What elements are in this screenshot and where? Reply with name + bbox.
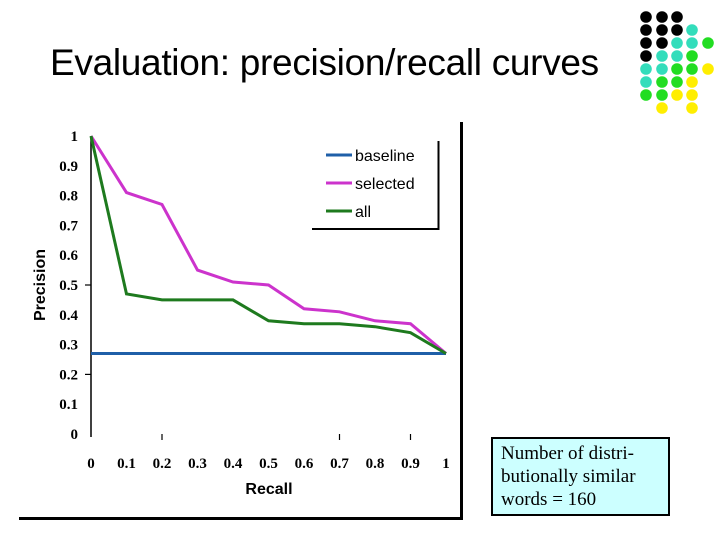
- y-tick-label: 0.4: [59, 308, 78, 324]
- y-tick-label: 0.2: [59, 367, 78, 383]
- y-tick-label: 0.7: [59, 218, 78, 234]
- y-tick-label: 0.1: [59, 397, 78, 413]
- x-tick-label: 0.4: [224, 456, 243, 472]
- slide-title: Evaluation: precision/recall curves: [50, 42, 599, 83]
- y-tick-label: 0.8: [59, 189, 78, 205]
- x-tick-label: 0.6: [295, 456, 314, 472]
- legend: baseline selected all: [312, 141, 440, 230]
- y-tick-label: 0.6: [59, 248, 78, 264]
- y-axis-title: Precision: [32, 249, 49, 321]
- y-tick-label: 0.5: [59, 278, 78, 294]
- x-tick-label: 0.3: [188, 456, 207, 472]
- x-tick-label: 0.5: [259, 456, 278, 472]
- x-tick-label: 0.1: [117, 456, 136, 472]
- y-tick-label: 0.9: [59, 159, 78, 175]
- x-axis-title: Recall: [245, 481, 292, 498]
- y-tick-label: 1: [71, 129, 79, 145]
- x-tick-label: 0.9: [401, 456, 420, 472]
- legend-label-selected: selected: [355, 176, 415, 193]
- y-tick-label: 0: [71, 427, 79, 443]
- x-tick-label: 0.2: [153, 456, 172, 472]
- y-tick-label: 0.3: [59, 338, 78, 354]
- x-tick-label: 0.8: [366, 456, 385, 472]
- x-tick-label: 0: [87, 456, 95, 472]
- x-tick-label: 0.7: [330, 456, 349, 472]
- legend-label-baseline: baseline: [355, 148, 415, 165]
- x-tick-label: 1: [442, 456, 450, 472]
- legend-label-all: all: [355, 204, 371, 221]
